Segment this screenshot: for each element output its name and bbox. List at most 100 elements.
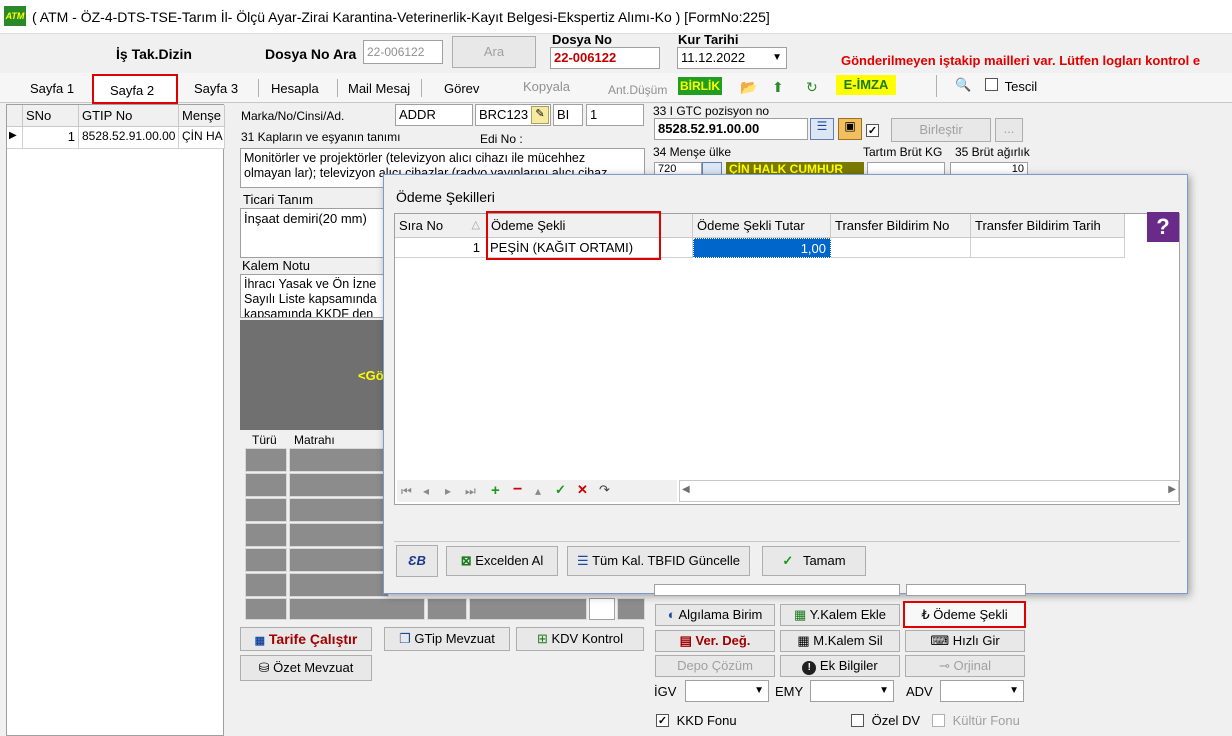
e-imza-button[interactable]: E-İMZA [836, 75, 896, 95]
col-header-bildirim-tarih[interactable]: Transfer Bildirim Tarih [971, 214, 1125, 238]
upload-icon[interactable]: ⬆ [772, 79, 784, 96]
tax-cell[interactable] [245, 473, 287, 497]
hidden-field[interactable] [906, 584, 1026, 596]
tab-sayfa-2-highlight[interactable]: Sayfa 2 [92, 74, 178, 104]
tescil-checkbox[interactable] [985, 78, 998, 91]
prev-page-icon[interactable]: ◂ [423, 484, 429, 498]
kultur-fonu-checkbox[interactable] [932, 714, 945, 728]
cancel-icon[interactable]: ✕ [577, 482, 588, 498]
tax-cell[interactable] [289, 448, 389, 472]
tarife-calistir-button[interactable]: ▦ Tarife Çalıştır [240, 627, 372, 651]
folder-open-icon[interactable]: 📂 [740, 79, 757, 96]
col-header-gtip[interactable]: GTIP No [79, 105, 179, 127]
m-kalem-sil-button[interactable]: ▦ M.Kalem Sil [780, 630, 900, 652]
tamam-button[interactable]: ✓ Tamam [762, 546, 866, 576]
gtip-pos-input[interactable]: 8528.52.91.00.00 [654, 118, 808, 140]
col-header-bildirim-no[interactable]: Transfer Bildirim No [831, 214, 971, 238]
marka-input[interactable]: ADDR [395, 104, 473, 126]
birlestir-button[interactable]: Birleştir [891, 118, 991, 142]
col-header-sno[interactable]: SNo [23, 105, 79, 127]
orjinal-button[interactable]: ⊸ Orjinal [905, 655, 1025, 677]
tax-cell[interactable] [245, 598, 287, 620]
kultur-fonu-group[interactable]: Kültür Fonu [932, 712, 1020, 728]
horizontal-scrollbar[interactable]: ◀ ▶ [679, 480, 1179, 502]
tab-sayfa-2[interactable]: Sayfa 2 [110, 83, 154, 98]
scroll-left-icon[interactable]: ◀ [682, 484, 690, 495]
tab-gorev[interactable]: Görev [444, 81, 479, 96]
igv-select[interactable]: ▼ [685, 680, 769, 702]
gtip-checkbox[interactable] [866, 122, 879, 137]
birlik-badge[interactable]: BİRLİK [678, 77, 722, 95]
y-kalem-ekle-button[interactable]: ▦ Y.Kalem Ekle [780, 604, 900, 626]
col-header-mense[interactable]: Menşe [179, 105, 225, 127]
search-icon[interactable]: 🔍 [955, 77, 971, 93]
gtip-check[interactable] [866, 124, 879, 137]
confirm-icon[interactable]: ✓ [555, 482, 566, 498]
tab-sayfa-1[interactable]: Sayfa 1 [30, 81, 74, 96]
eb-logo-button[interactable]: ƐB [396, 545, 438, 577]
scroll-right-icon[interactable]: ▶ [1168, 484, 1176, 495]
tax-cell[interactable] [245, 523, 287, 547]
refresh-icon[interactable]: ↻ [806, 79, 818, 96]
col-header-tutar[interactable]: Ödeme Şekli Tutar [693, 214, 831, 238]
dosya-no-field[interactable]: 22-006122 [550, 47, 660, 69]
ver-deg-button[interactable]: ▤ Ver. Değ. [655, 630, 775, 652]
list-icon[interactable]: ☰ [810, 118, 834, 140]
tab-ant-dusum[interactable]: Ant.Düşüm [608, 83, 667, 97]
dosya-no-ara-input[interactable]: 22-006122 [363, 40, 443, 64]
hizli-gir-button[interactable]: ⌨ Hızlı Gir [905, 630, 1025, 652]
adv-select[interactable]: ▼ [940, 680, 1024, 702]
table-row-sno[interactable]: 1 [23, 127, 79, 149]
ara-button[interactable]: Ara [452, 36, 536, 68]
up-icon[interactable]: ▴ [535, 484, 541, 498]
kdv-kontrol-button[interactable]: ⊞ KDV Kontrol [516, 627, 644, 651]
table-row-mense[interactable]: ÇİN HA [179, 127, 225, 149]
first-record-icon[interactable]: ⏮ [401, 484, 412, 499]
excelden-al-button[interactable]: ⊠ Excelden Al [446, 546, 558, 576]
bi-input[interactable]: BI [553, 104, 583, 126]
tax-cell[interactable] [245, 448, 287, 472]
remove-icon[interactable]: − [513, 481, 522, 499]
tescil-checkbox-group[interactable]: Tescil [985, 78, 1037, 94]
tax-cell-white[interactable] [589, 598, 615, 620]
tax-cell[interactable] [245, 573, 287, 597]
table-row-bildirim-no[interactable] [831, 238, 971, 258]
odeme-sekli-button[interactable]: ₺ Ödeme Şekli [903, 601, 1026, 628]
tax-cell[interactable] [289, 548, 389, 572]
ozet-mevzuat-button[interactable]: ⛁ Özet Mevzuat [240, 655, 372, 681]
add-icon[interactable]: + [491, 482, 500, 499]
table-row-tutar-selected[interactable]: 1,00 [693, 238, 831, 258]
bi-num-input[interactable]: 1 [586, 104, 644, 126]
tax-cell[interactable] [289, 573, 389, 597]
table-row-gtip[interactable]: 8528.52.91.00.00 [79, 127, 179, 149]
emy-select[interactable]: ▼ [810, 680, 894, 702]
box-icon[interactable]: ▣ [838, 118, 862, 140]
tax-cell[interactable] [617, 598, 645, 620]
edit-icon[interactable]: ✎ [531, 106, 549, 124]
help-icon[interactable]: ? [1147, 212, 1179, 242]
table-row-sira[interactable]: 1 [395, 238, 487, 258]
ozel-dv-group[interactable]: Özel DV [851, 712, 920, 728]
kkd-fonu-group[interactable]: KKD Fonu [656, 712, 737, 728]
gtip-mevzuat-button[interactable]: ❐ GTip Mevzuat [384, 627, 510, 651]
tax-cell[interactable] [289, 598, 425, 620]
table-row-bildirim-tarih[interactable] [971, 238, 1125, 258]
tax-cell[interactable] [245, 548, 287, 572]
algilama-birim-button[interactable]: ◐ Algılama Birim [655, 604, 775, 626]
ek-bilgiler-button[interactable]: ! Ek Bilgiler [780, 655, 900, 677]
kalem-notu-textarea[interactable]: İhracı Yasak ve Ön İzne Sayılı Liste kap… [240, 274, 385, 318]
last-record-icon[interactable]: ⏭ [465, 484, 476, 499]
is-tak-dizin-label[interactable]: İş Tak.Dizin [116, 46, 192, 62]
ticari-textarea[interactable]: İnşaat demiri(20 mm) [240, 208, 385, 258]
tax-cell[interactable] [245, 498, 287, 522]
tax-cell[interactable] [469, 598, 587, 620]
kkd-fonu-checkbox[interactable] [656, 714, 669, 728]
kur-tarihi-select[interactable]: 11.12.2022 ▼ [677, 47, 787, 69]
more-button[interactable]: ... [995, 118, 1023, 142]
refresh-icon[interactable]: ↷ [599, 482, 610, 498]
tax-cell[interactable] [427, 598, 467, 620]
tax-cell[interactable] [289, 523, 389, 547]
tab-hesapla[interactable]: Hesapla [271, 81, 319, 96]
tax-cell[interactable] [289, 498, 389, 522]
ozel-dv-checkbox[interactable] [851, 714, 864, 728]
